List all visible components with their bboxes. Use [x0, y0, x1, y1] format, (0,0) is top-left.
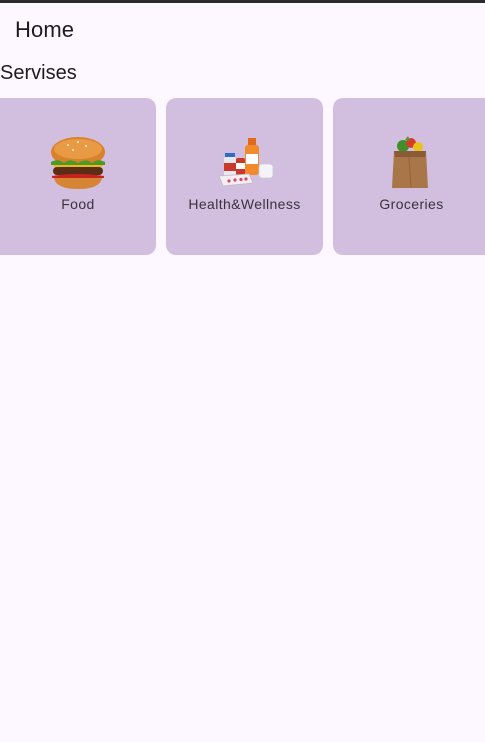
service-card-food[interactable]: Food — [0, 98, 156, 255]
grocery-bag-icon — [392, 136, 428, 189]
service-card-label: Health&Wellness — [188, 196, 301, 212]
service-card-groceries[interactable]: Groceries — [333, 98, 485, 255]
service-card-label: Groceries — [379, 196, 444, 212]
service-card-label: Food — [61, 196, 95, 212]
services-heading: Servises — [0, 62, 77, 84]
medicine-icon — [217, 138, 273, 187]
page-title: Home — [15, 17, 75, 42]
burger-icon — [51, 137, 105, 189]
status-bar — [0, 0, 485, 3]
services-list: Food Health&Wellness Groceries — [0, 98, 485, 256]
service-card-health-wellness[interactable]: Health&Wellness — [166, 98, 323, 255]
